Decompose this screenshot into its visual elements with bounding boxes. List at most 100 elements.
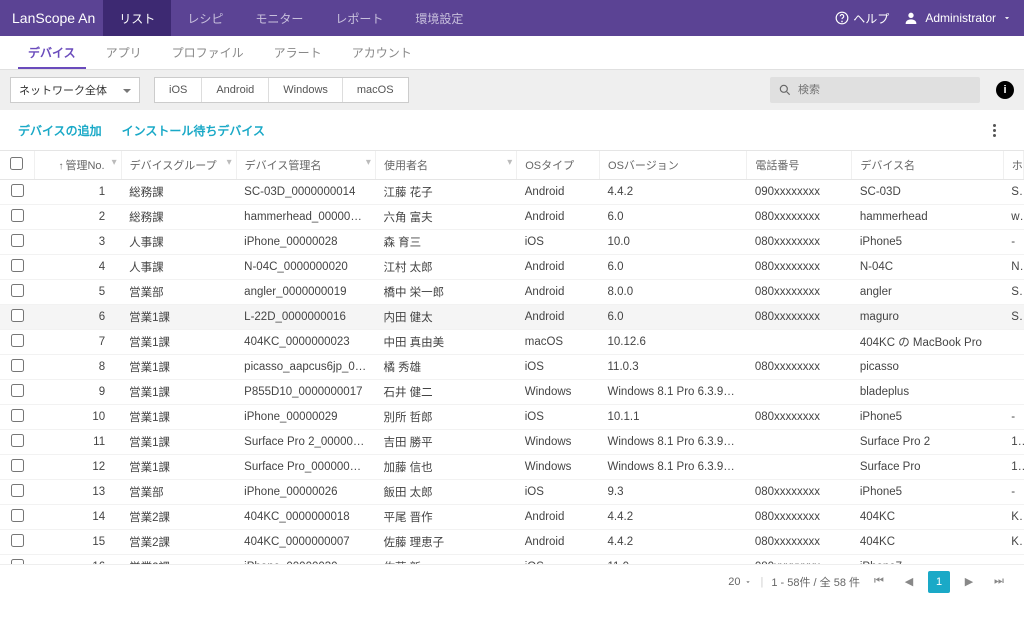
install-pending-link[interactable]: インストール待ちデバイス: [122, 122, 265, 139]
cell-devname: picasso: [852, 355, 1003, 380]
table-row[interactable]: 12営業1課Surface Pro_0000000045加藤 信也Windows…: [0, 455, 1024, 480]
sub-tab-1[interactable]: アプリ: [96, 36, 152, 69]
col-header-user[interactable]: 使用者名▾: [375, 151, 516, 180]
cell-phone: 080xxxxxxxx: [747, 230, 852, 255]
col-header-osver[interactable]: OSバージョン: [600, 151, 747, 180]
row-checkbox[interactable]: [11, 234, 24, 247]
row-checkbox[interactable]: [11, 459, 24, 472]
col-header-phone[interactable]: 電話番号: [747, 151, 852, 180]
cell-mgmt-no: 11: [34, 430, 121, 455]
page-size-select[interactable]: 20: [728, 576, 752, 588]
cell-user: 平尾 晋作: [375, 505, 516, 530]
cell-group: 営業1課: [121, 430, 236, 455]
os-filter-ios[interactable]: iOS: [155, 78, 202, 102]
row-checkbox[interactable]: [11, 359, 24, 372]
help-link[interactable]: ヘルプ: [835, 10, 889, 27]
table-row[interactable]: 2総務課hammerhead_0000000059六角 富夫Android6.0…: [0, 205, 1024, 230]
row-checkbox[interactable]: [11, 309, 24, 322]
table-row[interactable]: 10営業1課iPhone_00000029別所 哲郎iOS10.1.1080xx…: [0, 405, 1024, 430]
filter-icon[interactable]: ▾: [112, 157, 117, 168]
pager-current-page[interactable]: 1: [928, 571, 950, 593]
col-header-checkbox: [0, 151, 34, 180]
os-filter-android[interactable]: Android: [202, 78, 269, 102]
os-filter-macos[interactable]: macOS: [343, 78, 408, 102]
table-row[interactable]: 3人事課iPhone_00000028森 育三iOS10.0080xxxxxxx…: [0, 230, 1024, 255]
os-filter-windows[interactable]: Windows: [269, 78, 343, 102]
cell-devmgmt: angler_0000000019: [236, 280, 375, 305]
top-tab-3[interactable]: レポート: [319, 0, 399, 36]
user-menu[interactable]: Administrator: [903, 10, 1012, 26]
col-header-extra[interactable]: ホ: [1003, 151, 1023, 180]
add-device-link[interactable]: デバイスの追加: [18, 122, 102, 139]
sub-nav-tabs: デバイスアプリプロファイルアラートアカウント: [0, 36, 1024, 70]
pager-next-button[interactable]: ▶: [958, 571, 980, 593]
col-header-devname[interactable]: デバイス名: [852, 151, 1003, 180]
table-row[interactable]: 4人事課N-04C_0000000020江村 太郎Android6.0080xx…: [0, 255, 1024, 280]
cell-os: Windows: [517, 430, 600, 455]
cell-group: 営業2課: [121, 530, 236, 555]
select-all-checkbox[interactable]: [10, 157, 23, 170]
row-checkbox[interactable]: [11, 209, 24, 222]
table-row[interactable]: 15営業2課404KC_0000000007佐藤 理恵子Android4.4.2…: [0, 530, 1024, 555]
search-input[interactable]: [798, 84, 972, 96]
cell-group: 総務課: [121, 205, 236, 230]
row-checkbox[interactable]: [11, 534, 24, 547]
top-tab-1[interactable]: レシピ: [171, 0, 239, 36]
cell-user: 石井 健二: [375, 380, 516, 405]
cell-group: 営業1課: [121, 405, 236, 430]
top-tab-4[interactable]: 環境設定: [399, 0, 479, 36]
sub-tab-3[interactable]: アラート: [264, 36, 332, 69]
sub-tab-2[interactable]: プロファイル: [162, 36, 254, 69]
table-row[interactable]: 6営業1課L-22D_0000000016内田 健太Android6.0080x…: [0, 305, 1024, 330]
table-row[interactable]: 8営業1課picasso_aapcus6jp_0000000...橘 秀雄iOS…: [0, 355, 1024, 380]
row-checkbox[interactable]: [11, 184, 24, 197]
info-icon[interactable]: i: [996, 81, 1014, 99]
row-checkbox[interactable]: [11, 259, 24, 272]
table-row[interactable]: 1総務課SC-03D_0000000014江藤 花子Android4.4.209…: [0, 180, 1024, 205]
pager-first-button[interactable]: ⏮: [868, 571, 890, 593]
user-icon: [903, 10, 919, 26]
cell-mgmt-no: 8: [34, 355, 121, 380]
network-select[interactable]: ネットワーク全体: [10, 77, 140, 103]
top-tab-0[interactable]: リスト: [103, 0, 171, 36]
pager-prev-button[interactable]: ◀: [898, 571, 920, 593]
col-header-group[interactable]: デバイスグループ▾: [121, 151, 236, 180]
network-select-label: ネットワーク全体: [19, 82, 107, 98]
filter-icon[interactable]: ▾: [227, 157, 232, 168]
row-checkbox[interactable]: [11, 484, 24, 497]
table-row[interactable]: 9営業1課P855D10_0000000017石井 健二WindowsWindo…: [0, 380, 1024, 405]
cell-extra: S: [1003, 305, 1023, 330]
row-checkbox[interactable]: [11, 434, 24, 447]
table-row[interactable]: 5営業部angler_0000000019橋中 栄一郎Android8.0.00…: [0, 280, 1024, 305]
table-row[interactable]: 13営業部iPhone_00000026飯田 太郎iOS9.3080xxxxxx…: [0, 480, 1024, 505]
cell-os: Android: [517, 305, 600, 330]
sub-tab-4[interactable]: アカウント: [342, 36, 422, 69]
col-header-mgmt-no[interactable]: ↑管理No.▾: [34, 151, 121, 180]
cell-os: Android: [517, 180, 600, 205]
cell-devname: iPhone5: [852, 480, 1003, 505]
top-tab-2[interactable]: モニター: [239, 0, 319, 36]
cell-devname: 404KC: [852, 505, 1003, 530]
row-checkbox[interactable]: [11, 509, 24, 522]
cell-osver: 9.3: [600, 480, 747, 505]
filter-icon[interactable]: ▾: [507, 157, 512, 168]
col-header-os[interactable]: OSタイプ: [517, 151, 600, 180]
cell-user: 佐藤 理恵子: [375, 530, 516, 555]
table-row[interactable]: 14営業2課404KC_0000000018平尾 晋作Android4.4.20…: [0, 505, 1024, 530]
cell-mgmt-no: 9: [34, 380, 121, 405]
col-header-devmgmt[interactable]: デバイス管理名▾: [236, 151, 375, 180]
cell-devmgmt: L-22D_0000000016: [236, 305, 375, 330]
pager-last-button[interactable]: ⏭: [988, 571, 1010, 593]
search-box[interactable]: [770, 77, 980, 103]
more-menu-button[interactable]: [982, 118, 1006, 142]
cell-os: iOS: [517, 405, 600, 430]
cell-user: 加藤 信也: [375, 455, 516, 480]
table-row[interactable]: 7営業1課404KC_0000000023中田 真由美macOS10.12.64…: [0, 330, 1024, 355]
table-row[interactable]: 11営業1課Surface Pro 2_0000000044吉田 勝平Windo…: [0, 430, 1024, 455]
row-checkbox[interactable]: [11, 284, 24, 297]
filter-icon[interactable]: ▾: [366, 157, 371, 168]
row-checkbox[interactable]: [11, 409, 24, 422]
row-checkbox[interactable]: [11, 384, 24, 397]
row-checkbox[interactable]: [11, 334, 24, 347]
sub-tab-0[interactable]: デバイス: [18, 36, 86, 69]
